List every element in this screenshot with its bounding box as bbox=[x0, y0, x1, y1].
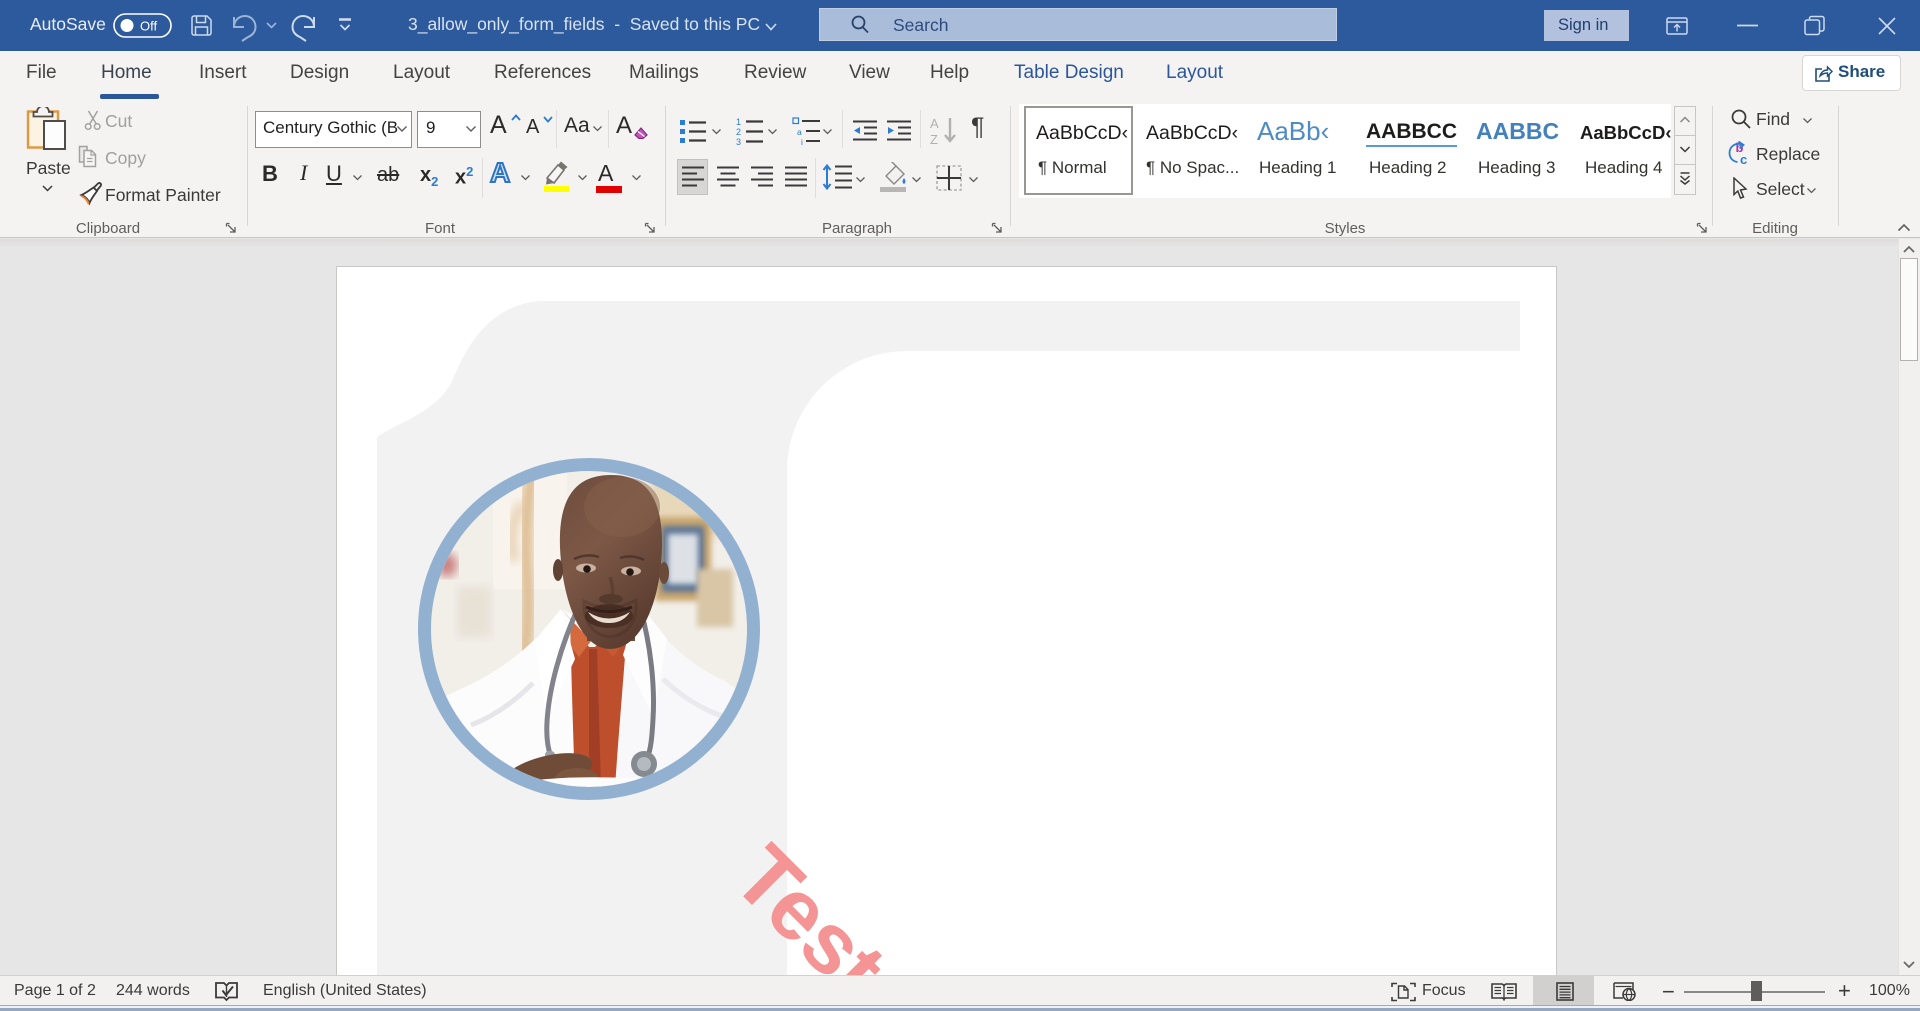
svg-text:3: 3 bbox=[736, 137, 741, 146]
svg-text:a: a bbox=[797, 127, 802, 137]
svg-text:2: 2 bbox=[736, 127, 741, 137]
svg-text:Z: Z bbox=[930, 132, 938, 147]
svg-text:1: 1 bbox=[736, 117, 741, 127]
svg-text:i: i bbox=[801, 137, 803, 146]
svg-text:A: A bbox=[930, 116, 939, 131]
svg-text:Off: Off bbox=[140, 19, 157, 34]
svg-text:c: c bbox=[1740, 152, 1747, 165]
